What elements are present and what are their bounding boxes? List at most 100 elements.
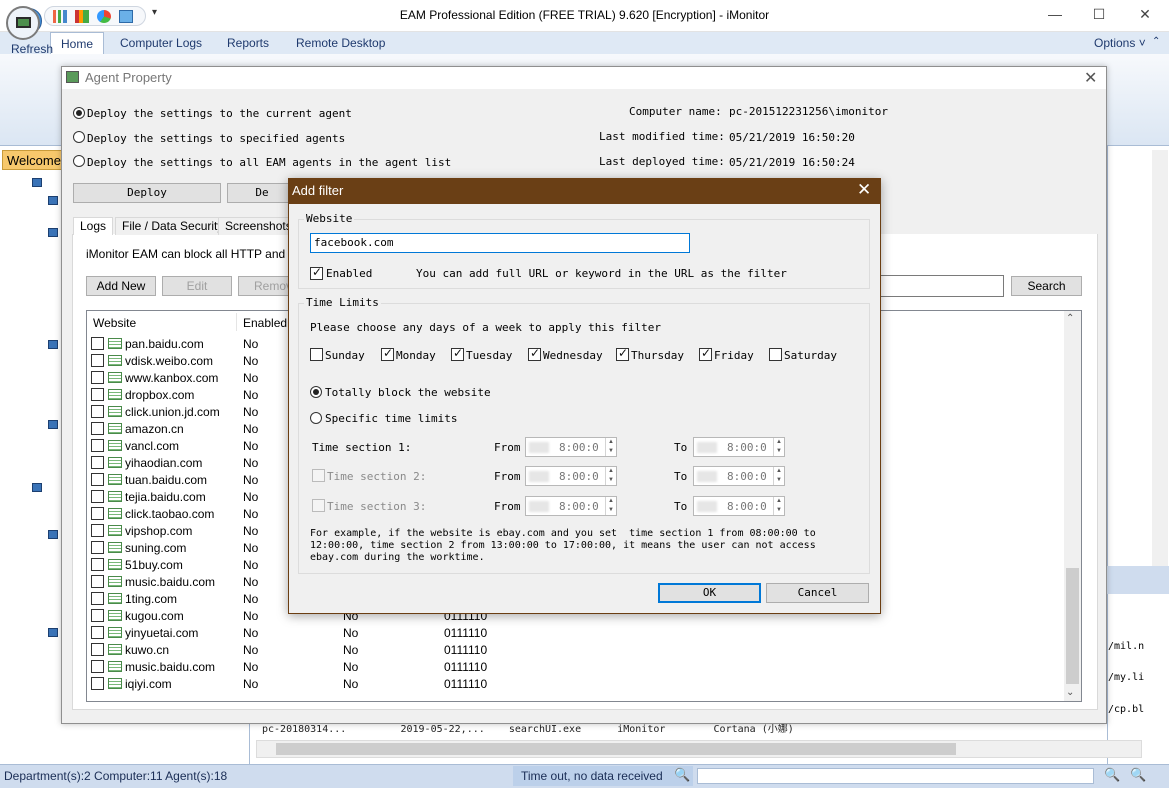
table-row[interactable]: music.baidu.com No No 0111110: [87, 658, 1063, 675]
to-time-picker[interactable]: 8:00:0 ▲ ▼: [693, 466, 785, 486]
zoom-in-icon[interactable]: 🔍: [1130, 767, 1146, 783]
spin-arrows-icon[interactable]: ▲ ▼: [773, 467, 784, 485]
tab-reports[interactable]: Reports: [227, 36, 269, 50]
spin-arrows-icon[interactable]: ▲ ▼: [605, 438, 616, 456]
computer-icon[interactable]: [48, 340, 58, 349]
spin-arrows-icon[interactable]: ▲ ▼: [605, 497, 616, 515]
list-scrollbar-thumb[interactable]: [1066, 568, 1079, 684]
row-checkbox[interactable]: [91, 405, 104, 418]
deploy-secondary-button[interactable]: De: [227, 183, 297, 203]
row-checkbox[interactable]: [91, 354, 104, 367]
row-checkbox[interactable]: [91, 609, 104, 622]
to-time-picker[interactable]: 8:00:0 ▲ ▼: [693, 496, 785, 516]
computer-icon[interactable]: [48, 196, 58, 205]
minimize-button[interactable]: —: [1044, 6, 1066, 26]
row-checkbox[interactable]: [91, 422, 104, 435]
row-checkbox[interactable]: [91, 592, 104, 605]
row-checkbox[interactable]: [91, 490, 104, 503]
row-checkbox[interactable]: [91, 456, 104, 469]
detail-scrollbar[interactable]: [1152, 150, 1168, 570]
maximize-button[interactable]: ☐: [1088, 6, 1110, 26]
scroll-up-icon[interactable]: ⌃: [1066, 313, 1074, 324]
search-icon[interactable]: 🔍: [674, 767, 690, 783]
tab-remote-desktop[interactable]: Remote Desktop: [296, 36, 385, 50]
computer-icon[interactable]: [48, 530, 58, 539]
collapse-ribbon-icon[interactable]: ⌃: [1152, 36, 1160, 47]
row-checkbox[interactable]: [91, 388, 104, 401]
deploy-all-radio[interactable]: [73, 155, 85, 167]
row-checkbox[interactable]: [91, 643, 104, 656]
options-menu[interactable]: Options ˅: [1094, 36, 1146, 50]
spin-arrows-icon[interactable]: ▲ ▼: [773, 497, 784, 515]
table-row[interactable]: yinyuetai.com No No 0111110: [87, 624, 1063, 641]
day-checkbox-wednesday[interactable]: [528, 346, 541, 361]
from-time-picker[interactable]: 8:00:0 ▲ ▼: [525, 496, 617, 516]
row-checkbox[interactable]: [91, 677, 104, 690]
totally-block-radio[interactable]: [310, 386, 322, 398]
spin-arrows-icon[interactable]: ▲ ▼: [773, 438, 784, 456]
edit-button[interactable]: Edit: [162, 276, 232, 296]
network-icon[interactable]: [32, 178, 42, 187]
deploy-button[interactable]: Deploy: [73, 183, 221, 203]
spin-arrows-icon[interactable]: ▲ ▼: [605, 467, 616, 485]
day-checkbox-thursday[interactable]: [616, 346, 629, 361]
close-window-button[interactable]: ✕: [1134, 6, 1156, 26]
table-row[interactable]: kuwo.cn No No 0111110: [87, 641, 1063, 658]
column-header-enabled[interactable]: Enabled: [243, 316, 287, 330]
search-input[interactable]: [880, 275, 1004, 297]
row-checkbox[interactable]: [91, 524, 104, 537]
close-icon[interactable]: ✕: [857, 180, 871, 200]
search-button[interactable]: Search: [1011, 276, 1082, 296]
row-checkbox[interactable]: [91, 507, 104, 520]
computer-icon[interactable]: [48, 420, 58, 429]
row-checkbox[interactable]: [91, 660, 104, 673]
status-search-input[interactable]: [697, 768, 1094, 784]
cancel-button[interactable]: Cancel: [766, 583, 869, 603]
computer-icon[interactable]: [48, 228, 58, 237]
row-checkbox[interactable]: [91, 337, 104, 350]
refresh-button[interactable]: Refresh: [11, 42, 53, 56]
time-section-checkbox[interactable]: [312, 499, 325, 512]
remove-button[interactable]: Remov: [238, 276, 290, 296]
day-checkbox-tuesday[interactable]: [451, 346, 464, 361]
row-checkbox[interactable]: [91, 558, 104, 571]
row-checkbox[interactable]: [91, 575, 104, 588]
scrollbar-thumb[interactable]: [276, 743, 956, 755]
website-url-input[interactable]: facebook.com: [310, 233, 690, 253]
specific-time-radio[interactable]: [310, 412, 322, 424]
time-section-checkbox[interactable]: [312, 469, 325, 482]
enabled-checkbox[interactable]: [310, 265, 323, 280]
zoom-out-icon[interactable]: 🔍: [1104, 767, 1120, 783]
row-checkbox[interactable]: [91, 473, 104, 486]
from-time-picker[interactable]: 8:00:0 ▲ ▼: [525, 466, 617, 486]
day-checkbox-monday[interactable]: [381, 346, 394, 361]
column-header-website[interactable]: Website: [93, 316, 136, 330]
day-checkbox-friday[interactable]: [699, 346, 712, 361]
tab-screenshots[interactable]: Screenshots: [218, 217, 299, 235]
add-new-button[interactable]: Add New: [86, 276, 156, 296]
day-checkbox-sunday[interactable]: [310, 348, 323, 361]
day-checkbox-saturday[interactable]: [769, 348, 782, 361]
to-time-picker[interactable]: 8:00:0 ▲ ▼: [693, 437, 785, 457]
tab-logs[interactable]: Logs: [73, 217, 114, 235]
computer-icon[interactable]: [48, 628, 58, 637]
tab-computer-logs[interactable]: Computer Logs: [120, 36, 202, 50]
deploy-specified-radio[interactable]: [73, 131, 85, 143]
row-checkbox[interactable]: [91, 626, 104, 639]
agent-property-titlebar: [62, 67, 1106, 89]
app-logo-icon[interactable]: [6, 6, 40, 40]
close-icon[interactable]: ✕: [1084, 68, 1097, 88]
from-time-picker[interactable]: 8:00:0 ▲ ▼: [525, 437, 617, 457]
deploy-current-radio[interactable]: [73, 107, 85, 119]
network-icon[interactable]: [32, 483, 42, 492]
table-row[interactable]: iqiyi.com No No 0111110: [87, 675, 1063, 692]
tab-welcome[interactable]: Welcome: [2, 150, 62, 170]
tab-file-data-security[interactable]: File / Data Security: [115, 217, 231, 235]
row-checkbox[interactable]: [91, 439, 104, 452]
column-separator[interactable]: [236, 313, 237, 331]
ok-button[interactable]: OK: [658, 583, 761, 603]
scroll-down-icon[interactable]: ⌄: [1066, 687, 1074, 698]
row-checkbox[interactable]: [91, 541, 104, 554]
tab-home[interactable]: Home: [50, 32, 105, 55]
row-checkbox[interactable]: [91, 371, 104, 384]
